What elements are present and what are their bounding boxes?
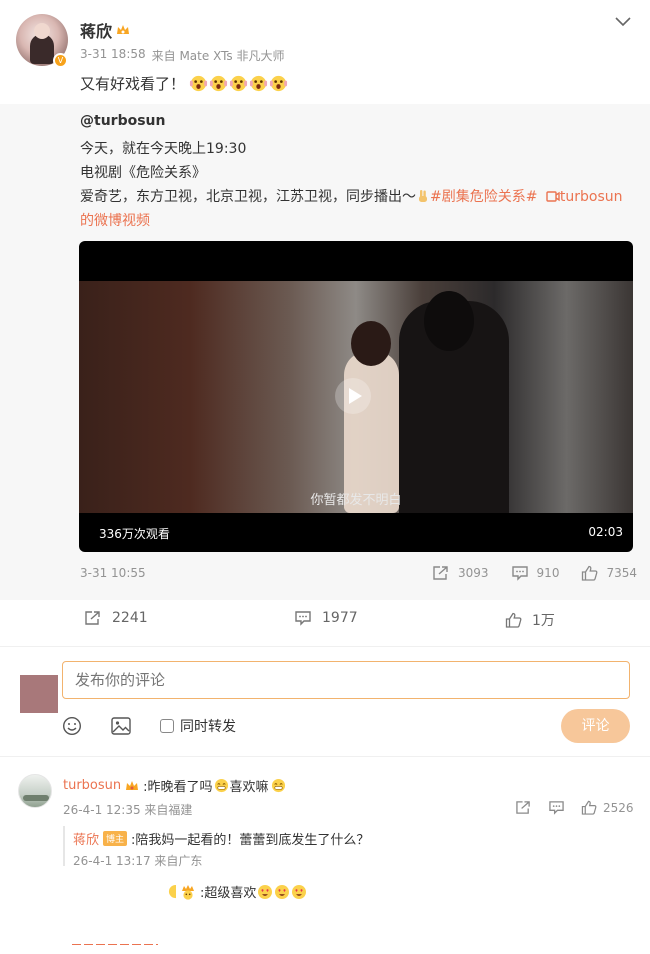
grin-emoji-icon: [214, 778, 229, 793]
comment-reply-icon[interactable]: [548, 800, 565, 815]
reply-text: :陪我妈一起看的！蕾蕾到底发生了什么？: [131, 833, 370, 848]
section-divider: [0, 646, 650, 647]
commenter-crown-icon: [124, 778, 140, 794]
grin-emoji-icon-2: [271, 778, 286, 793]
cutoff-orange-text: [72, 944, 162, 954]
hashtag-link[interactable]: #剧集危险关系#: [430, 189, 537, 205]
partial-emoji-icon: [168, 884, 176, 899]
video-duration: 02:03: [588, 525, 623, 539]
victory-hand-icon: [416, 189, 430, 203]
post-time[interactable]: 3-31 18:58: [80, 47, 146, 64]
commenter-name[interactable]: turbosun: [63, 778, 121, 793]
video-link-suffix[interactable]: 的微博视频: [80, 209, 623, 233]
heart-eyes-emoji-icon: [291, 884, 307, 900]
forward-icon[interactable]: [84, 610, 102, 626]
author-name[interactable]: 蒋欣: [80, 18, 112, 42]
repost-forward-icon[interactable]: [432, 565, 450, 581]
emoji-picker-icon[interactable]: [62, 716, 82, 736]
my-avatar: [20, 675, 58, 713]
comment-icon[interactable]: [294, 610, 312, 626]
heart-eyes-emoji-icon: [257, 884, 273, 900]
more-chevron-icon[interactable]: [614, 16, 632, 28]
comment-like-count[interactable]: 2526: [603, 801, 634, 815]
video-subtitle: 你暂都发不明白: [310, 493, 402, 508]
comment-input[interactable]: [62, 661, 630, 699]
forward-count[interactable]: 2241: [112, 610, 148, 626]
repost-comment-count[interactable]: 910: [537, 566, 560, 580]
comment-like-icon[interactable]: [581, 800, 597, 815]
repost-line-1: 今天，就在今天晚上19:30: [80, 141, 247, 157]
commenter-avatar[interactable]: [18, 774, 52, 808]
repost-line-3: 爱奇艺，东方卫视，北京卫视，江苏卫视，同步播出～: [80, 189, 416, 205]
video-player[interactable]: 你暂都发不明白 336万次观看 02:03: [79, 241, 633, 552]
comment-text-2: 喜欢嘛: [229, 780, 269, 795]
heart-eyes-emoji-icon: [274, 884, 290, 900]
reply-thread-line: [63, 826, 65, 866]
crown-icon: [115, 22, 131, 38]
post-source: 来自 Mate XTs 非凡大师: [151, 49, 285, 63]
reply-time: 26-4-1 13:17 来自广东: [73, 854, 203, 868]
repost-like-count[interactable]: 7354: [606, 566, 637, 580]
comment-time: 26-4-1 12:35 来自福建: [63, 803, 193, 817]
also-repost-label[interactable]: 同时转发: [180, 716, 236, 736]
repost-forward-count[interactable]: 3093: [458, 566, 489, 580]
surprised-face-emoji-icon: [189, 74, 208, 93]
repost-author[interactable]: @turbosun: [80, 113, 165, 129]
video-author-link[interactable]: turbosun: [560, 189, 623, 205]
heart-eyes-row: [257, 884, 308, 900]
repost-line-2: 电视剧《危险关系》: [80, 165, 206, 181]
comment-forward-icon[interactable]: [515, 800, 532, 815]
surprised-face-emoji-icon: [209, 74, 228, 93]
image-upload-icon[interactable]: [111, 717, 131, 735]
repost-like-icon[interactable]: [581, 565, 598, 581]
video-link-icon: [546, 190, 560, 203]
emoji-row: [189, 74, 288, 93]
partial-comment-text: :超级喜欢: [200, 886, 257, 901]
surprised-face-emoji-icon: [269, 74, 288, 93]
also-repost-checkbox[interactable]: [160, 719, 174, 733]
blogger-badge: 博主: [103, 831, 128, 846]
play-button[interactable]: [335, 378, 371, 414]
comment-text: :昨晚看了吗: [143, 780, 213, 795]
post-text: 又有好戏看了！: [80, 75, 186, 93]
submit-comment-button[interactable]: 评论: [561, 709, 630, 743]
surprised-face-emoji-icon: [229, 74, 248, 93]
repost-time[interactable]: 3-31 10:55: [80, 566, 146, 580]
verified-badge-icon: V: [53, 53, 68, 68]
like-icon[interactable]: [505, 612, 522, 628]
video-views: 336万次观看: [99, 527, 170, 541]
comments-divider: [0, 756, 650, 757]
comment-count[interactable]: 1977: [322, 610, 358, 626]
crown-emoji-icon: [179, 884, 197, 900]
repost-comment-icon[interactable]: [511, 565, 529, 581]
reply-author[interactable]: 蒋欣: [73, 829, 99, 848]
like-count[interactable]: 1万: [532, 610, 555, 630]
surprised-face-emoji-icon: [249, 74, 268, 93]
